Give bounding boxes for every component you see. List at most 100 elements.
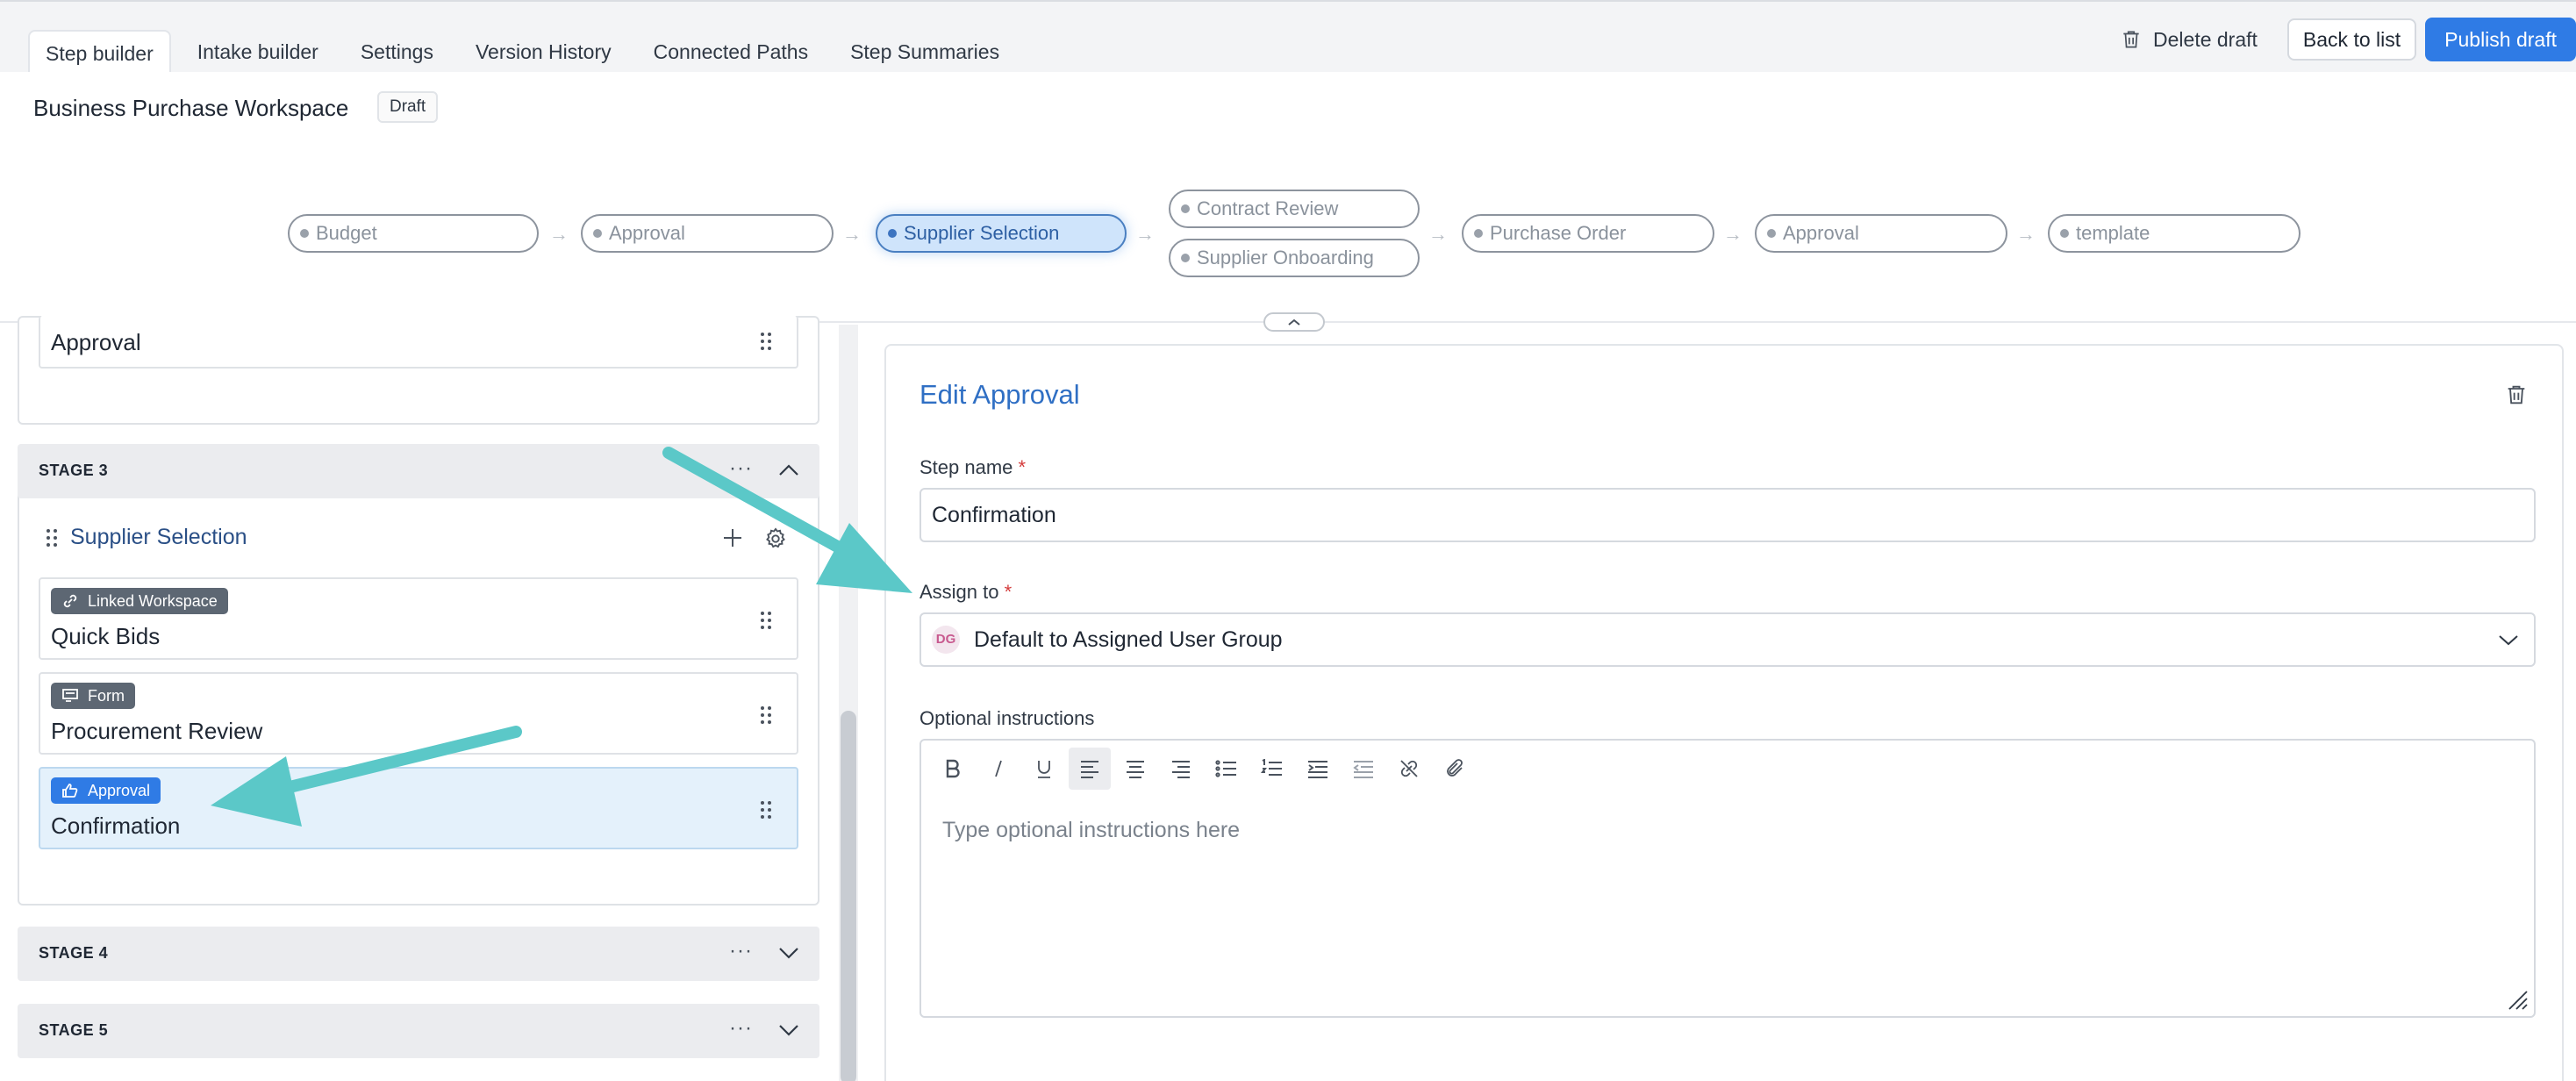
outdent-button[interactable]	[1342, 748, 1385, 790]
unlink-icon	[1400, 760, 1418, 777]
step-group-title: Supplier Selection	[70, 525, 247, 549]
more-options-icon[interactable]: ···	[729, 939, 753, 963]
more-options-icon[interactable]: ···	[729, 456, 753, 481]
chevron-down-icon[interactable]	[777, 1020, 800, 1040]
flow-node-approval[interactable]: Approval	[581, 214, 834, 253]
drag-handle-icon[interactable]	[760, 705, 772, 725]
tab-connected-paths[interactable]: Connected Paths	[638, 30, 824, 74]
flow-arrow-icon: →	[2016, 223, 2036, 245]
step-name: Procurement Review	[51, 718, 263, 744]
scrollbar[interactable]	[841, 711, 856, 1081]
align-center-button[interactable]	[1114, 748, 1156, 790]
flow-arrow-icon: →	[1723, 223, 1742, 245]
trash-icon	[2123, 31, 2139, 48]
stage-label: STAGE 5	[39, 1021, 109, 1039]
flow-node-purchase-order[interactable]: Purchase Order	[1462, 214, 1714, 253]
italic-button[interactable]	[977, 748, 1020, 790]
step-type-badge: Form	[51, 683, 135, 709]
tab-step-summaries[interactable]: Step Summaries	[834, 30, 1015, 74]
more-options-icon[interactable]: ···	[729, 1016, 753, 1041]
stage-3-header[interactable]: STAGE 3 ···	[18, 444, 819, 498]
step-name: Approval	[51, 329, 141, 355]
flow-node-contract-review[interactable]: Contract Review	[1169, 190, 1420, 228]
step-item-confirmation[interactable]: Approval Confirmation	[39, 767, 798, 849]
panel-title: Edit Approval	[919, 379, 1080, 410]
step-type-badge: Linked Workspace	[51, 588, 228, 614]
delete-draft-button[interactable]: Delete draft	[2120, 28, 2258, 52]
align-right-icon	[1172, 761, 1190, 778]
stage-label: STAGE 4	[39, 944, 109, 962]
required-mark: *	[1018, 456, 1027, 478]
flow-arrow-icon: →	[1428, 223, 1448, 245]
underline-button[interactable]	[1023, 748, 1065, 790]
flow-node-supplier-selection[interactable]: Supplier Selection	[876, 214, 1127, 253]
chevron-up-icon[interactable]	[777, 461, 800, 480]
badge-label: Form	[88, 687, 125, 705]
gear-icon[interactable]	[763, 526, 788, 551]
flow-node-template[interactable]: template	[2048, 214, 2301, 253]
attach-button[interactable]	[1434, 748, 1476, 790]
outdent-icon	[1353, 761, 1373, 778]
indent-button[interactable]	[1297, 748, 1339, 790]
flow-arrow-icon: →	[549, 223, 569, 245]
top-bar: Step builder Intake builder Settings Ver…	[0, 0, 2576, 74]
add-icon[interactable]	[721, 526, 744, 549]
label-text: Step name	[919, 456, 1013, 478]
step-item-quick-bids[interactable]: Linked Workspace Quick Bids	[39, 577, 798, 660]
label-text: Assign to	[919, 581, 999, 603]
link-icon	[63, 594, 77, 608]
thumbs-up-icon	[62, 784, 78, 798]
form-icon	[62, 689, 78, 702]
chevron-up-icon	[1288, 319, 1300, 326]
align-left-button[interactable]	[1069, 748, 1111, 790]
bullet-list-icon	[1215, 760, 1236, 777]
status-badge: Draft	[377, 91, 439, 123]
flow-node-approval-2[interactable]: Approval	[1755, 214, 2007, 253]
resize-grip-icon[interactable]	[2506, 988, 2529, 1011]
workspace-title: Business Purchase Workspace	[33, 95, 349, 121]
tab-intake-builder[interactable]: Intake builder	[182, 30, 334, 74]
step-item-procurement-review[interactable]: Form Procurement Review	[39, 672, 798, 755]
step-type-badge: Approval	[51, 777, 161, 804]
tab-step-builder[interactable]: Step builder	[28, 30, 171, 74]
unlink-button[interactable]	[1388, 748, 1430, 790]
step-name-input[interactable]: Confirmation	[919, 488, 2536, 542]
step-name-label: Step name *	[919, 456, 1026, 479]
align-left-icon	[1081, 761, 1098, 778]
back-to-list-button[interactable]: Back to list	[2286, 18, 2417, 61]
drag-handle-icon[interactable]	[760, 611, 772, 630]
stage-4-header[interactable]: STAGE 4 ···	[18, 927, 819, 981]
stage-label: STAGE 3	[39, 462, 109, 479]
select-value: Default to Assigned User Group	[974, 627, 1283, 652]
drag-handle-icon[interactable]	[760, 332, 772, 351]
step-name: Quick Bids	[51, 623, 161, 649]
paperclip-icon	[1447, 759, 1463, 777]
collapse-flow-button[interactable]	[1263, 312, 1325, 332]
numbered-list-button[interactable]	[1251, 748, 1293, 790]
assign-to-label: Assign to *	[919, 581, 1012, 604]
step-item-approval[interactable]: Approval	[39, 316, 798, 369]
assign-to-select[interactable]: DG Default to Assigned User Group	[919, 612, 2536, 667]
align-right-button[interactable]	[1160, 748, 1202, 790]
chevron-down-icon[interactable]	[777, 943, 800, 963]
italic-icon	[995, 760, 1002, 777]
bold-button[interactable]	[932, 748, 974, 790]
drag-handle-icon[interactable]	[46, 528, 58, 548]
edit-step-panel: Edit Approval Step name * Confirmation A…	[884, 344, 2564, 1081]
flow-arrow-icon: →	[842, 223, 862, 245]
publish-draft-button[interactable]: Publish draft	[2425, 18, 2576, 61]
stage-5-header[interactable]: STAGE 5 ···	[18, 1004, 819, 1058]
indent-icon	[1308, 761, 1327, 778]
delete-draft-label: Delete draft	[2153, 27, 2258, 51]
instructions-label: Optional instructions	[919, 707, 1095, 729]
tab-bar: Step builder Intake builder Settings Ver…	[28, 30, 1026, 74]
flow-node-supplier-onboarding[interactable]: Supplier Onboarding	[1169, 239, 1420, 277]
bullet-list-button[interactable]	[1206, 748, 1248, 790]
trash-icon[interactable]	[2504, 383, 2529, 407]
tab-settings[interactable]: Settings	[345, 30, 449, 74]
drag-handle-icon[interactable]	[760, 800, 772, 820]
instructions-editor[interactable]: Type optional instructions here	[919, 739, 2536, 1018]
flow-node-budget[interactable]: Budget	[288, 214, 539, 253]
tab-version-history[interactable]: Version History	[460, 30, 627, 74]
instructions-placeholder: Type optional instructions here	[942, 818, 1241, 842]
